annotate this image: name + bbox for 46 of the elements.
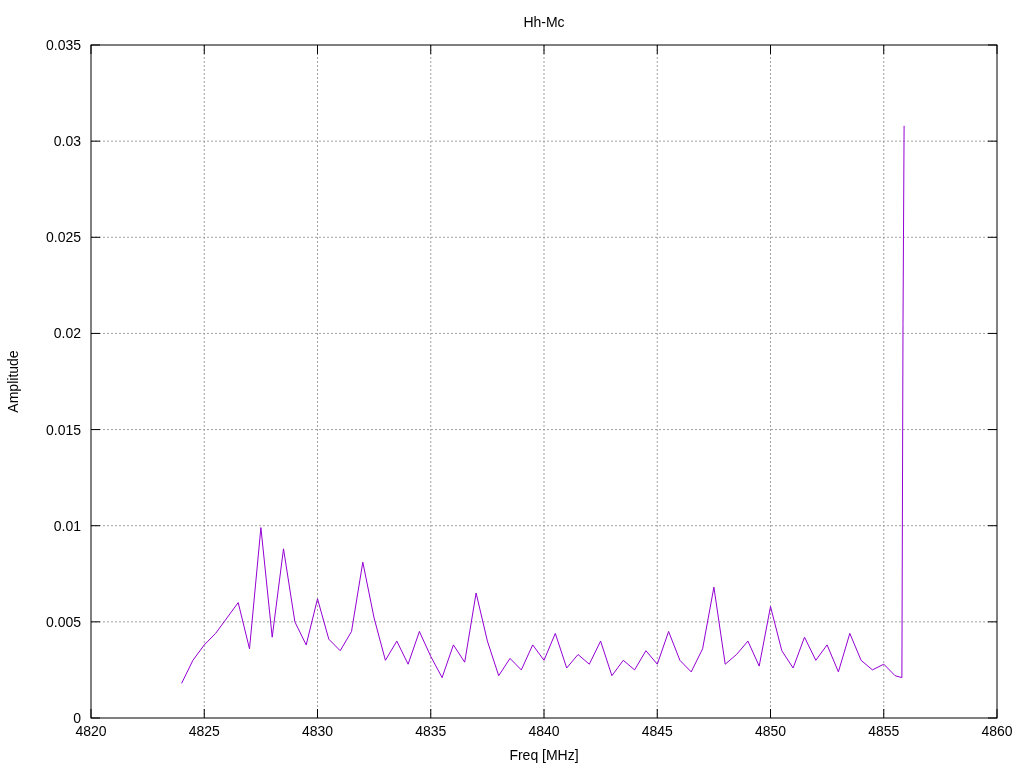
tick-mark xyxy=(430,708,432,719)
tick-mark xyxy=(543,708,545,719)
y-tick-label: 0.02 xyxy=(53,325,81,342)
tick-mark xyxy=(883,44,885,55)
tick-mark xyxy=(987,621,998,623)
x-tick-label: 4820 xyxy=(75,723,107,739)
y-tick-label: 0.035 xyxy=(45,37,81,53)
tick-mark xyxy=(90,525,101,527)
x-tick-label: 4840 xyxy=(528,723,560,739)
tick-mark xyxy=(987,332,998,334)
tick-mark xyxy=(317,708,318,719)
x-tick-label: 4845 xyxy=(641,723,673,739)
tick-mark xyxy=(987,429,998,431)
tick-mark xyxy=(90,332,101,334)
tick-mark xyxy=(770,708,771,719)
x-axis-label: Freq [MHz] xyxy=(509,747,579,763)
y-tick-label: 0 xyxy=(73,710,81,726)
y-tick-label: 0.025 xyxy=(45,229,81,246)
tick-mark xyxy=(90,429,101,431)
tick-mark xyxy=(543,44,545,55)
tick-mark xyxy=(90,140,101,142)
y-tick-label: 0.03 xyxy=(53,133,81,150)
y-tick-label: 0.015 xyxy=(45,421,81,438)
x-tick-label: 4825 xyxy=(188,723,220,739)
x-tick-label: 4860 xyxy=(981,723,1013,739)
tick-mark xyxy=(883,708,885,719)
x-tick-label: 4855 xyxy=(868,723,900,739)
tick-mark xyxy=(430,44,432,55)
tick-mark xyxy=(656,44,658,55)
x-tick-label: 4850 xyxy=(754,723,787,739)
x-tick-label: 4835 xyxy=(415,723,447,739)
tick-mark xyxy=(987,525,998,527)
tick-mark xyxy=(770,44,771,55)
y-tick-label: 0.005 xyxy=(45,613,81,630)
tick-mark xyxy=(656,708,658,719)
tick-mark xyxy=(987,140,998,142)
y-axis-label: Amplitude xyxy=(5,350,21,413)
tick-mark xyxy=(317,44,318,55)
y-tick-label: 0.01 xyxy=(53,517,81,534)
tick-mark xyxy=(90,236,101,238)
tick-mark xyxy=(90,621,101,623)
tick-mark xyxy=(203,708,205,719)
tick-mark xyxy=(203,44,205,55)
x-tick-label: 4830 xyxy=(301,723,334,739)
tick-mark xyxy=(987,236,998,238)
chart-title: Hh-Mc xyxy=(523,14,565,30)
